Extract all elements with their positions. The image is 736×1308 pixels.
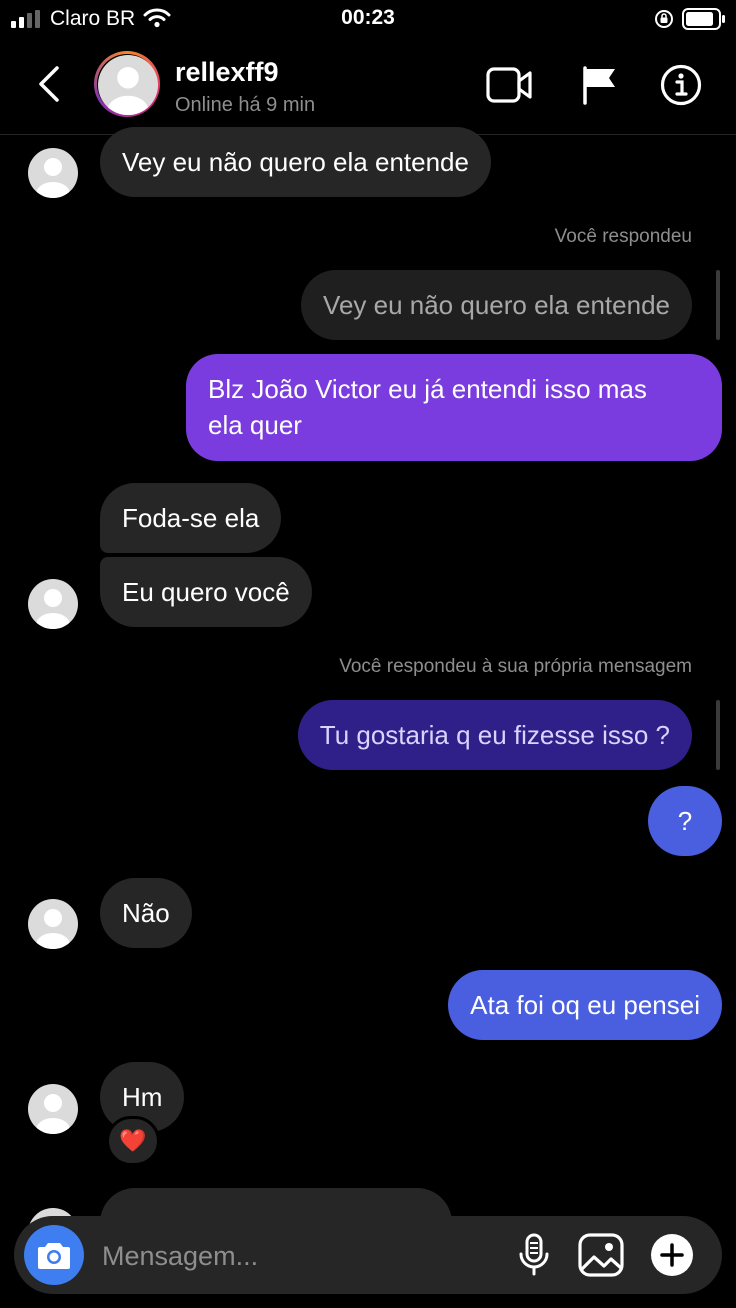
default-avatar-icon bbox=[36, 909, 70, 949]
reply-indicator bbox=[716, 700, 720, 770]
clock: 00:23 bbox=[341, 6, 395, 29]
flag-icon bbox=[583, 66, 615, 105]
avatar[interactable] bbox=[28, 579, 78, 629]
quoted-message[interactable]: Vey eu não quero ela entende bbox=[301, 270, 692, 340]
contact-username[interactable]: rellexff9 bbox=[175, 57, 279, 88]
avatar[interactable] bbox=[28, 899, 78, 949]
status-bar: Claro BR 00:23 bbox=[0, 0, 736, 40]
default-avatar-icon bbox=[107, 67, 149, 115]
chat-header: rellexff9 Online há 9 min bbox=[0, 40, 736, 135]
back-button[interactable] bbox=[30, 64, 70, 104]
info-icon bbox=[660, 64, 702, 106]
reply-label: Você respondeu bbox=[554, 226, 692, 247]
message-input[interactable] bbox=[100, 1236, 484, 1276]
message-bubble[interactable]: Vey eu não quero ela entende bbox=[100, 127, 491, 197]
reply-indicator bbox=[716, 270, 720, 340]
plus-icon bbox=[651, 1234, 693, 1276]
message-bubble[interactable]: ? bbox=[648, 786, 722, 856]
message-bubble[interactable]: Eu quero você bbox=[100, 557, 312, 627]
rotation-lock-icon bbox=[655, 10, 673, 28]
camera-button[interactable] bbox=[24, 1225, 84, 1285]
chevron-left-icon bbox=[39, 66, 59, 102]
camera-icon bbox=[38, 1243, 70, 1269]
message-composer bbox=[14, 1216, 722, 1294]
voice-message-button[interactable] bbox=[509, 1230, 559, 1280]
online-status: Online há 9 min bbox=[175, 94, 316, 116]
video-call-button[interactable] bbox=[486, 62, 532, 108]
default-avatar-icon bbox=[36, 158, 70, 198]
avatar[interactable] bbox=[28, 1084, 78, 1134]
more-options-button[interactable] bbox=[647, 1230, 697, 1280]
reply-label: Você respondeu à sua própria mensagem bbox=[339, 656, 692, 677]
battery-icon bbox=[682, 8, 725, 30]
default-avatar-icon bbox=[36, 1094, 70, 1134]
heart-reaction[interactable]: ❤️ bbox=[106, 1116, 160, 1166]
avatar[interactable] bbox=[98, 55, 158, 115]
message-text: ela quer bbox=[208, 410, 302, 440]
avatar[interactable] bbox=[28, 148, 78, 198]
message-bubble[interactable]: Não bbox=[100, 878, 192, 948]
report-button[interactable] bbox=[576, 62, 622, 108]
image-icon bbox=[578, 1233, 624, 1277]
info-button[interactable] bbox=[658, 62, 704, 108]
default-avatar-icon bbox=[36, 589, 70, 629]
video-camera-icon bbox=[486, 67, 532, 103]
microphone-icon bbox=[519, 1233, 549, 1276]
message-bubble[interactable]: Foda-se ela bbox=[100, 483, 282, 553]
quoted-message[interactable]: Tu gostaria q eu fizesse isso ? bbox=[297, 700, 692, 770]
gallery-button[interactable] bbox=[576, 1230, 626, 1280]
message-bubble[interactable]: Ata foi oq eu pensei bbox=[448, 970, 722, 1040]
message-bubble[interactable]: Blz João Victor eu já entendi isso mas e… bbox=[186, 354, 722, 461]
message-text: Blz João Victor eu já entendi isso mas bbox=[208, 374, 647, 404]
